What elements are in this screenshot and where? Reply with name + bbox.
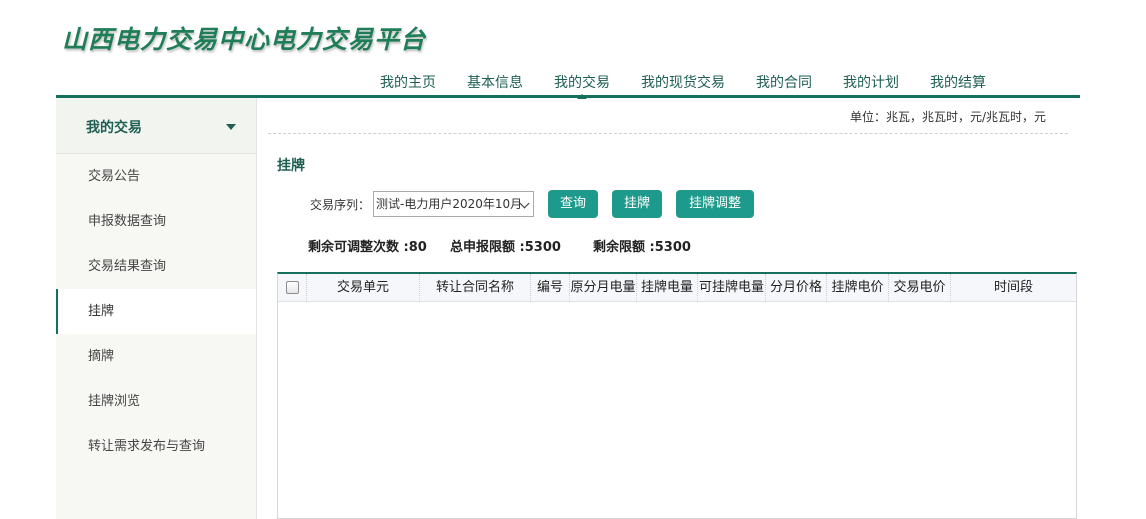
listing-table: 交易单元 转让合同名称 编号 原分月电量 挂牌电量 可挂牌电量 分月价格 挂牌电… <box>277 272 1077 519</box>
nav-basic-info[interactable]: 基本信息 <box>467 72 523 94</box>
sequence-select[interactable]: 测试-电力用户2020年10月 <box>373 191 534 217</box>
col-trading-unit[interactable]: 交易单元 <box>307 274 420 302</box>
col-listable-energy[interactable]: 可挂牌电量 <box>698 274 766 302</box>
top-navigation: 我的主页 基本信息 我的交易 我的现货交易 我的合同 我的计划 我的结算 <box>380 72 986 99</box>
sequence-selected-value: 测试-电力用户2020年10月 <box>376 197 523 211</box>
sidebar-header[interactable]: 我的交易 <box>56 98 256 154</box>
page-title: 挂牌 <box>277 158 305 174</box>
unit-note: 单位：兆瓦，兆瓦时，元/兆瓦时，元 <box>850 110 1047 124</box>
sidebar-item-announcements[interactable]: 交易公告 <box>56 154 256 199</box>
sidebar-item-transfer-demand[interactable]: 转让需求发布与查询 <box>56 424 256 469</box>
sidebar: 我的交易 交易公告 申报数据查询 交易结果查询 挂牌 摘牌 挂牌浏览 转让需求发… <box>56 98 256 519</box>
nav-my-trading[interactable]: 我的交易 <box>554 72 610 99</box>
sidebar-divider <box>256 98 257 519</box>
nav-my-spot-trading[interactable]: 我的现货交易 <box>641 72 725 94</box>
col-time-period[interactable]: 时间段 <box>951 274 1076 302</box>
caret-down-icon <box>226 124 236 130</box>
adjust-listing-button[interactable]: 挂牌调整 <box>676 190 754 218</box>
nav-my-plans[interactable]: 我的计划 <box>843 72 899 94</box>
sidebar-item-result-query[interactable]: 交易结果查询 <box>56 244 256 289</box>
col-listed-energy[interactable]: 挂牌电量 <box>637 274 698 302</box>
col-original-monthly-energy[interactable]: 原分月电量 <box>570 274 637 302</box>
table-header: 交易单元 转让合同名称 编号 原分月电量 挂牌电量 可挂牌电量 分月价格 挂牌电… <box>278 274 1076 302</box>
col-contract-name[interactable]: 转让合同名称 <box>420 274 531 302</box>
sidebar-title: 我的交易 <box>86 120 142 136</box>
sidebar-item-listing[interactable]: 挂牌 <box>56 289 256 334</box>
select-all-checkbox[interactable] <box>286 281 299 294</box>
select-all-cell <box>278 274 307 302</box>
app-logo-title: 山西电力交易中心电力交易平台 <box>62 25 427 54</box>
col-listing-price[interactable]: 挂牌电价 <box>827 274 889 302</box>
dashed-divider <box>268 133 1068 134</box>
sequence-label: 交易序列： <box>310 198 371 212</box>
total-declaration-limit: 总申报限额 :5300 <box>450 240 561 255</box>
col-number[interactable]: 编号 <box>531 274 570 302</box>
sidebar-item-declaration-query[interactable]: 申报数据查询 <box>56 199 256 244</box>
nav-my-contracts[interactable]: 我的合同 <box>756 72 812 94</box>
col-trade-price[interactable]: 交易电价 <box>889 274 951 302</box>
nav-my-home[interactable]: 我的主页 <box>380 72 436 94</box>
nav-my-settlement[interactable]: 我的结算 <box>930 72 986 94</box>
remaining-limit: 剩余限额 :5300 <box>593 240 691 255</box>
remaining-adjust-count: 剩余可调整次数 :80 <box>308 240 427 255</box>
list-button[interactable]: 挂牌 <box>612 190 662 218</box>
col-monthly-price[interactable]: 分月价格 <box>766 274 827 302</box>
query-button[interactable]: 查询 <box>548 190 598 218</box>
sidebar-menu: 交易公告 申报数据查询 交易结果查询 挂牌 摘牌 挂牌浏览 转让需求发布与查询 <box>56 154 256 469</box>
sidebar-item-delisting[interactable]: 摘牌 <box>56 334 256 379</box>
sidebar-item-listing-browse[interactable]: 挂牌浏览 <box>56 379 256 424</box>
